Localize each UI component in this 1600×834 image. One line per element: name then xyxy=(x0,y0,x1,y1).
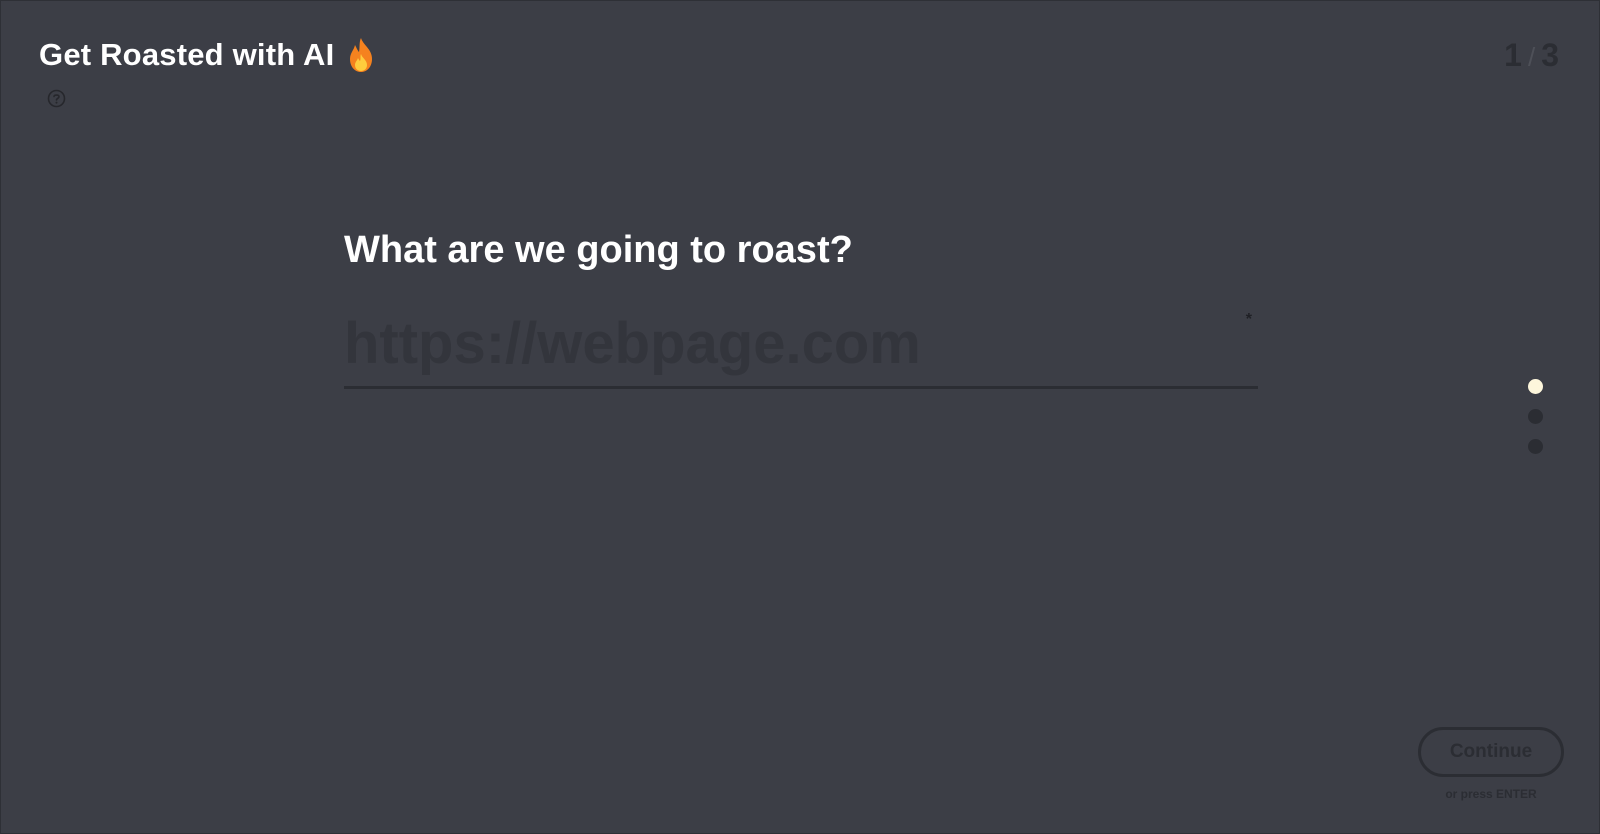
current-step: 1 xyxy=(1504,37,1522,73)
question-title: What are we going to roast? xyxy=(344,229,853,271)
total-steps: 3 xyxy=(1541,37,1559,73)
app-title: Get Roasted with AI xyxy=(39,37,376,73)
required-asterisk: * xyxy=(1245,311,1252,328)
step-separator: / xyxy=(1527,42,1536,72)
step-dot-2[interactable] xyxy=(1528,409,1543,424)
step-dots xyxy=(1528,379,1543,454)
question-circle-icon[interactable] xyxy=(47,89,66,108)
step-counter: 1 / 3 xyxy=(1504,37,1559,74)
url-input[interactable] xyxy=(344,301,1258,385)
app-title-text: Get Roasted with AI xyxy=(39,37,335,72)
step-dot-3[interactable] xyxy=(1528,439,1543,454)
step-dot-1[interactable] xyxy=(1528,379,1543,394)
roast-form-page: Get Roasted with AI 1 / 3 What are we go… xyxy=(0,0,1600,834)
continue-button[interactable]: Continue xyxy=(1418,727,1564,777)
url-input-container: * xyxy=(344,301,1258,389)
fire-icon xyxy=(346,37,376,73)
enter-hint: or press ENTER xyxy=(1445,787,1537,801)
